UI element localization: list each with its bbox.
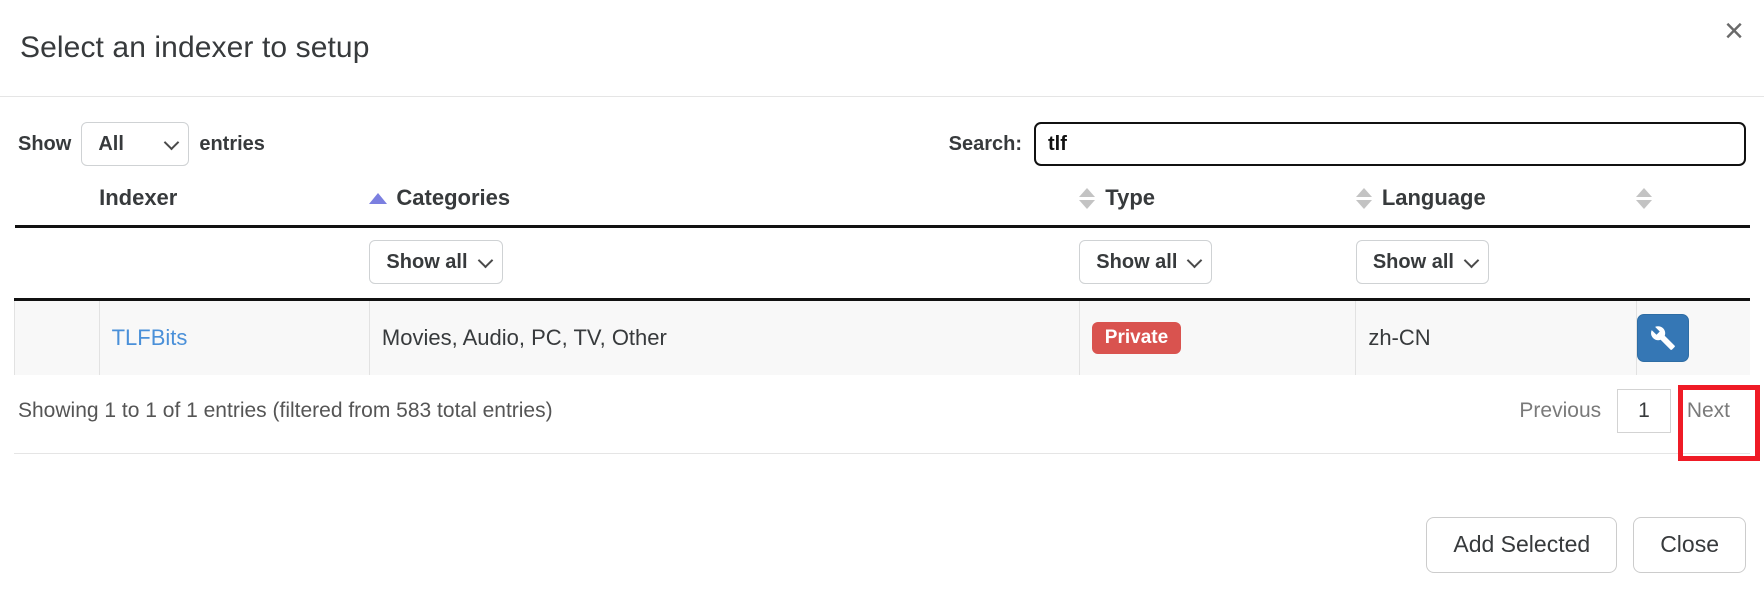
table-row[interactable]: TLFBits Movies, Audio, PC, TV, Other Pri… bbox=[14, 299, 1750, 376]
search-input[interactable] bbox=[1034, 122, 1746, 166]
wrench-icon bbox=[1650, 325, 1676, 351]
entries-length-select[interactable]: All bbox=[81, 122, 190, 166]
row-language-value: zh-CN bbox=[1368, 325, 1431, 350]
row-categories-value: Movies, Audio, PC, TV, Other bbox=[381, 325, 667, 350]
table-footer: Showing 1 to 1 of 1 entries (filtered fr… bbox=[14, 375, 1750, 433]
table-filter-row: Show all Show all Show all bbox=[14, 226, 1750, 301]
indexer-setup-modal: Select an indexer to setup × Show All en… bbox=[0, 0, 1764, 594]
filter-categories-value: Show all bbox=[386, 250, 468, 273]
column-header-type-label: Type bbox=[1105, 185, 1156, 210]
page-title: Select an indexer to setup bbox=[20, 31, 370, 64]
entries-length-value: All bbox=[98, 132, 124, 155]
table-controls: Show All entries Search: bbox=[14, 119, 1750, 169]
sort-both-icon bbox=[1355, 187, 1372, 209]
table-head: Indexer Categories Type Language Show al… bbox=[14, 175, 1750, 301]
filter-language-value: Show all bbox=[1372, 250, 1454, 273]
indexer-table: Indexer Categories Type Language Show al… bbox=[14, 175, 1750, 375]
filter-cell-type: Show all bbox=[1079, 226, 1356, 301]
modal-header: Select an indexer to setup × bbox=[0, 0, 1764, 97]
column-header-language[interactable]: Language bbox=[1355, 175, 1637, 228]
add-selected-button[interactable]: Add Selected bbox=[1426, 517, 1618, 573]
show-label: Show bbox=[18, 132, 72, 155]
close-button[interactable]: Close bbox=[1633, 517, 1746, 573]
filter-language-select[interactable]: Show all bbox=[1355, 240, 1489, 284]
column-header-indexer[interactable]: Indexer bbox=[99, 175, 370, 228]
pagination-previous[interactable]: Previous bbox=[1503, 389, 1617, 433]
modal-body: Show All entries Search: tlf Indexer Cat… bbox=[0, 97, 1764, 496]
close-icon[interactable]: × bbox=[1724, 14, 1744, 48]
entries-length-control: Show All entries bbox=[18, 122, 265, 166]
filter-cell-action bbox=[1636, 226, 1750, 301]
indexer-link[interactable]: TLFBits bbox=[112, 325, 188, 350]
pagination-next[interactable]: Next bbox=[1671, 389, 1746, 433]
row-type-cell: Private bbox=[1079, 299, 1357, 375]
row-indexer-cell: TLFBits bbox=[99, 299, 370, 375]
row-categories-cell: Movies, Audio, PC, TV, Other bbox=[369, 299, 1080, 375]
chevron-down-icon bbox=[477, 252, 493, 269]
column-header-language-label: Language bbox=[1381, 185, 1486, 210]
filter-type-value: Show all bbox=[1096, 250, 1178, 273]
chevron-down-icon bbox=[1463, 252, 1480, 269]
chevron-down-icon bbox=[1187, 252, 1203, 269]
column-header-action bbox=[1636, 175, 1750, 228]
filter-cell-checkbox bbox=[14, 226, 100, 301]
row-action-cell bbox=[1636, 300, 1750, 376]
row-checkbox-cell[interactable] bbox=[14, 299, 100, 375]
entries-label: entries bbox=[199, 132, 265, 155]
showing-entries-info: Showing 1 to 1 of 1 entries (filtered fr… bbox=[18, 399, 553, 422]
pagination: Previous 1 Next bbox=[1503, 389, 1746, 433]
pagination-page-1[interactable]: 1 bbox=[1617, 389, 1671, 433]
search-control: Search: bbox=[949, 122, 1746, 166]
sort-both-icon bbox=[1079, 187, 1096, 209]
column-header-categories[interactable]: Categories bbox=[369, 175, 1080, 228]
filter-cell-indexer bbox=[99, 226, 370, 301]
column-header-type[interactable]: Type bbox=[1079, 175, 1356, 228]
row-language-cell: zh-CN bbox=[1355, 299, 1637, 375]
body-divider bbox=[14, 453, 1750, 454]
column-header-indexer-label: Indexer bbox=[99, 185, 178, 210]
search-label: Search: bbox=[948, 132, 1022, 155]
filter-categories-select[interactable]: Show all bbox=[369, 240, 503, 284]
chevron-down-icon bbox=[164, 134, 180, 151]
table-body: TLFBits Movies, Audio, PC, TV, Other Pri… bbox=[14, 299, 1750, 376]
column-header-checkbox bbox=[14, 175, 100, 228]
sort-ascending-icon bbox=[369, 192, 388, 204]
configure-indexer-button[interactable] bbox=[1636, 314, 1689, 362]
sort-both-icon bbox=[1636, 187, 1653, 209]
filter-cell-categories: Show all bbox=[369, 226, 1080, 301]
filter-type-select[interactable]: Show all bbox=[1079, 240, 1213, 284]
filter-cell-language: Show all bbox=[1355, 226, 1637, 301]
modal-footer: Add Selected Close bbox=[0, 496, 1764, 594]
table-header-row: Indexer Categories Type Language bbox=[14, 175, 1750, 228]
status-badge: Private bbox=[1091, 321, 1182, 355]
column-header-categories-label: Categories bbox=[396, 185, 511, 210]
